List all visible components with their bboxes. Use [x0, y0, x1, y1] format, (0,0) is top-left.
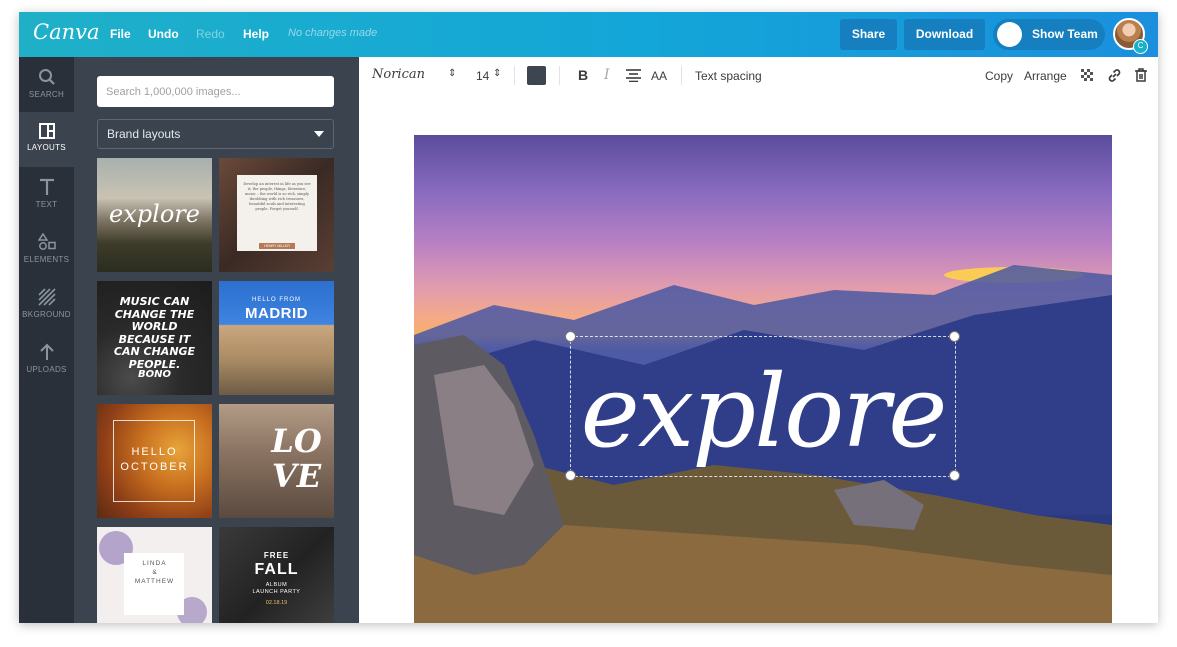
text-selection-box	[570, 336, 956, 477]
nav-layouts[interactable]: LAYOUTS	[19, 112, 74, 167]
thumb-fall-5: 02.18.19	[265, 600, 288, 606]
show-team-label: Show Team	[1032, 27, 1098, 41]
canva-editor: Canva File Undo Redo Help No changes mad…	[19, 12, 1158, 623]
arrange-button[interactable]: Arrange	[1024, 69, 1067, 83]
text-color-swatch[interactable]	[527, 66, 546, 85]
file-menu[interactable]: File	[110, 27, 131, 41]
thumb-bono-text: BONO	[138, 369, 171, 380]
thumb-explore-text: explore	[109, 200, 200, 228]
elements-icon	[37, 233, 56, 250]
text-spacing-button[interactable]: Text spacing	[695, 69, 762, 83]
thumb-fall-3: ALBUM	[265, 582, 288, 588]
share-button[interactable]: Share	[840, 19, 897, 50]
size-select-arrows-icon[interactable]: ⇕	[493, 68, 501, 79]
layout-thumb-love[interactable]: LO VE	[219, 404, 334, 518]
thumb-linda-3: MATTHEW	[134, 578, 175, 585]
layouts-panel: Brand layouts explore Develop an interes…	[74, 57, 359, 623]
nav-uploads-label: UPLOADS	[26, 365, 67, 374]
thumb-music-text: MUSIC CAN CHANGE THE WORLD BECAUSE IT CA…	[113, 295, 196, 371]
nav-elements[interactable]: ELEMENTS	[19, 222, 74, 277]
nav-elements-label: ELEMENTS	[23, 255, 70, 264]
layout-thumb-quote[interactable]: Develop an interest in life as you see i…	[219, 158, 334, 272]
download-button[interactable]: Download	[904, 19, 985, 50]
layouts-dropdown-value: Brand layouts	[107, 127, 181, 141]
help-menu[interactable]: Help	[243, 27, 269, 41]
layout-thumb-explore[interactable]: explore	[97, 158, 212, 272]
caret-down-icon	[314, 131, 324, 137]
toolbar-divider	[514, 66, 515, 85]
side-nav: SEARCH LAYOUTS TEXT ELEMENTS BKGROUND UP…	[19, 57, 74, 623]
resize-handle-bottom-right[interactable]	[949, 470, 960, 481]
layout-thumb-music[interactable]: MUSIC CAN CHANGE THE WORLD BECAUSE IT CA…	[97, 281, 212, 395]
font-family-select[interactable]: Norican	[372, 67, 425, 82]
font-size-select[interactable]: 14	[476, 69, 489, 83]
background-icon	[37, 288, 56, 306]
nav-background-label: BKGROUND	[22, 310, 71, 319]
bold-button[interactable]: B	[578, 67, 588, 83]
layouts-dropdown[interactable]: Brand layouts	[97, 119, 334, 149]
show-team-toggle[interactable]: Show Team	[993, 19, 1105, 50]
redo-button[interactable]: Redo	[196, 27, 225, 41]
quote-author: HENRY MILLER	[259, 243, 295, 249]
design-artboard[interactable]: explore	[414, 135, 1112, 623]
thumb-madrid-title: MADRID	[245, 305, 308, 322]
uppercase-button[interactable]: AA	[651, 69, 667, 83]
toggle-knob	[997, 22, 1022, 47]
text-toolbar: Norican ⇕ 14 ⇕ B I AA Text spacing Copy …	[359, 57, 1158, 95]
thumb-fall-2: FALL	[254, 561, 299, 578]
resize-handle-top-left[interactable]	[565, 331, 576, 342]
thumb-love-2: VE	[271, 457, 322, 495]
search-icon	[38, 69, 55, 85]
layout-thumb-wedding[interactable]: LINDA & MATTHEW	[97, 527, 212, 623]
nav-text-label: TEXT	[35, 200, 58, 209]
font-select-arrows-icon[interactable]: ⇕	[448, 68, 456, 79]
save-status: No changes made	[288, 27, 378, 39]
transparency-icon[interactable]	[1081, 69, 1094, 82]
layout-thumb-fall[interactable]: FREE FALL ALBUM LAUNCH PARTY 02.18.19	[219, 527, 334, 623]
top-bar: Canva File Undo Redo Help No changes mad…	[19, 12, 1158, 57]
thumb-linda-2: &	[152, 569, 157, 576]
canvas-area: explore	[359, 94, 1158, 623]
trash-icon[interactable]	[1135, 68, 1147, 82]
toolbar-divider	[559, 66, 560, 85]
upload-arrow-icon	[39, 343, 54, 360]
layout-thumb-madrid[interactable]: HELLO FROM MADRID	[219, 281, 334, 395]
quote-text: Develop an interest in life as you see i…	[243, 182, 311, 211]
resize-handle-bottom-left[interactable]	[565, 470, 576, 481]
nav-uploads[interactable]: UPLOADS	[19, 332, 74, 387]
quote-card: Develop an interest in life as you see i…	[237, 175, 317, 251]
resize-handle-top-right[interactable]	[949, 331, 960, 342]
italic-button[interactable]: I	[604, 67, 610, 83]
toolbar-divider	[681, 66, 682, 85]
align-center-icon[interactable]	[626, 69, 641, 82]
thumb-madrid-small: HELLO FROM	[251, 297, 301, 303]
thumb-fall-1: FREE	[263, 551, 290, 560]
image-search-input[interactable]	[97, 76, 334, 107]
text-icon	[39, 178, 54, 195]
nav-background[interactable]: BKGROUND	[19, 277, 74, 332]
nav-layouts-label: LAYOUTS	[27, 143, 66, 152]
layout-thumb-october[interactable]: HELLO OCTOBER	[97, 404, 212, 518]
copy-button[interactable]: Copy	[985, 69, 1013, 83]
thumb-linda-1: LINDA	[142, 560, 167, 567]
avatar-badge: C	[1133, 39, 1148, 54]
undo-button[interactable]: Undo	[148, 27, 179, 41]
nav-search-label: SEARCH	[28, 90, 65, 99]
link-icon[interactable]	[1107, 68, 1122, 83]
canva-logo[interactable]: Canva	[33, 20, 100, 44]
nav-text[interactable]: TEXT	[19, 167, 74, 222]
layouts-icon	[38, 123, 55, 139]
thumb-october-1: HELLO	[131, 446, 178, 458]
thumb-october-2: OCTOBER	[120, 461, 189, 473]
thumb-love-1: LO	[271, 422, 322, 460]
nav-search[interactable]: SEARCH	[19, 57, 74, 112]
thumb-fall-4: LAUNCH PARTY	[252, 589, 301, 595]
